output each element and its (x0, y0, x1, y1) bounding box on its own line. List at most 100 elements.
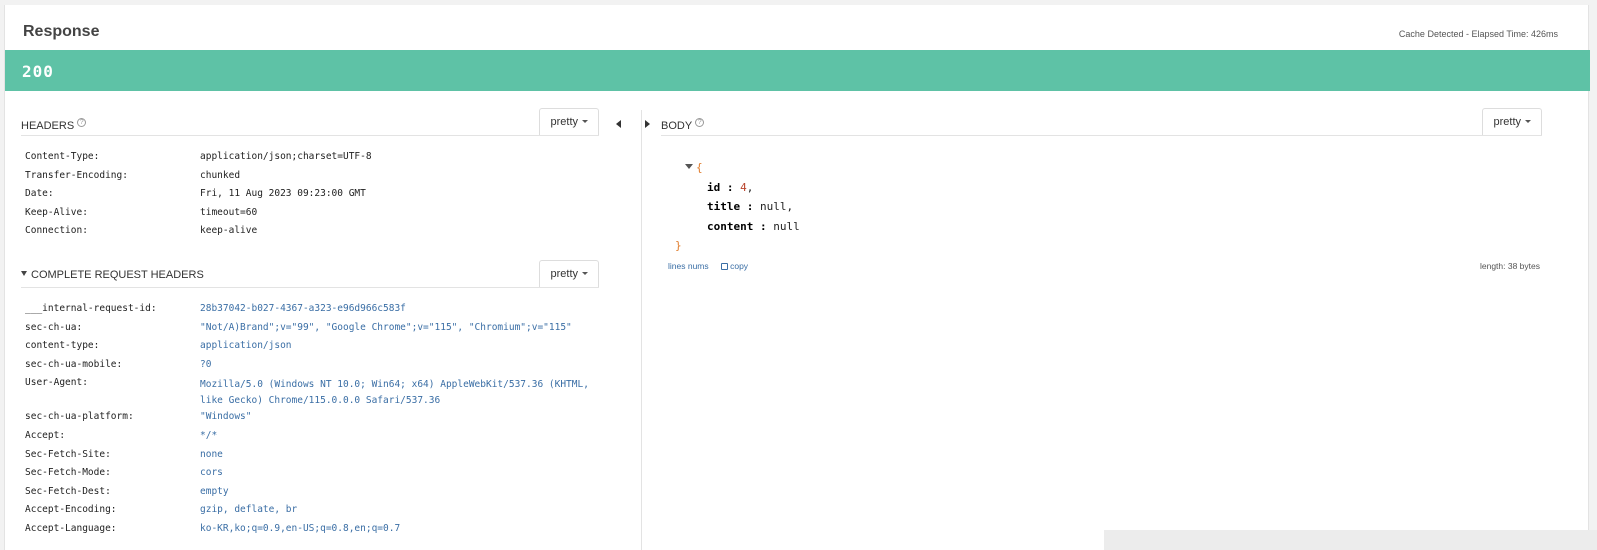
header-value: application/json (200, 340, 292, 352)
triangle-down-icon (21, 271, 27, 276)
header-row: ___internal-request-id: 28b37042-b027-436… (25, 303, 610, 322)
header-row: Sec-Fetch-Dest: empty (25, 486, 610, 505)
header-key: Accept-Encoding: (25, 504, 117, 516)
collapse-toggle-icon[interactable] (685, 164, 693, 169)
pane-divider[interactable] (641, 110, 642, 550)
expand-right-icon[interactable] (645, 120, 650, 128)
header-key: Content-Type: (25, 151, 100, 162)
header-row: content-type: application/json (25, 340, 610, 359)
headers-label: HEADERS? (21, 118, 87, 132)
header-value: empty (200, 485, 229, 497)
header-row: sec-ch-ua-platform: "Windows" (25, 411, 610, 430)
header-row: Accept-Encoding: gzip, deflate, br (25, 504, 610, 523)
header-key: content-type: (25, 340, 100, 352)
json-separator: : (753, 219, 774, 233)
headers-section-head: HEADERS? pretty (21, 108, 599, 136)
json-key: title (707, 200, 741, 213)
body-length: length: 38 bytes (1479, 261, 1540, 271)
header-value: chunked (200, 169, 241, 181)
json-field: id : 4, (685, 178, 800, 198)
json-separator: : (740, 200, 760, 213)
header-key: Accept-Language: (25, 522, 117, 534)
json-separator: : (720, 180, 741, 194)
header-row: sec-ch-ua: "Not/A)Brand";v="99", "Google … (25, 322, 610, 341)
caret-down-icon (1525, 120, 1531, 123)
json-value: null (760, 200, 787, 213)
json-comma: , (786, 200, 794, 213)
json-field: content : null (685, 217, 800, 237)
header-key: User-Agent: (25, 377, 88, 389)
header-value: none (200, 448, 223, 460)
collapse-left-icon[interactable] (616, 120, 621, 128)
json-value: null (773, 219, 800, 233)
lines-nums-link[interactable]: lines nums (668, 261, 709, 271)
body-label: BODY? (661, 118, 705, 132)
status-code: 200 (22, 62, 54, 81)
header-key: Keep-Alive: (25, 206, 88, 218)
json-field: title : null, (685, 197, 800, 217)
header-row: Accept-Language: ko-KR,ko;q=0.9,en-US;q=0… (25, 523, 610, 542)
request-headers-toggle[interactable]: COMPLETE REQUEST HEADERS (21, 269, 204, 281)
header-row: Transfer-Encoding: chunked (25, 170, 372, 189)
response-headers-list: Content-Type: application/json;charset=UT… (25, 151, 372, 244)
json-close-brace: } (675, 239, 682, 252)
header-row: User-Agent: Mozilla/5.0 (Windows NT 10.0;… (25, 377, 610, 411)
header-row: Content-Type: application/json;charset=UT… (25, 151, 372, 170)
header-key: Sec-Fetch-Mode: (25, 467, 111, 479)
header-value: "Windows" (200, 411, 252, 423)
header-key: Sec-Fetch-Site: (25, 448, 111, 460)
response-title: Response (23, 23, 100, 40)
help-icon[interactable]: ? (695, 118, 705, 127)
header-key: sec-ch-ua: (25, 321, 83, 333)
json-value: 4 (740, 180, 747, 194)
header-value: 28b37042-b027-4367-a323-e96d966c583f (200, 303, 406, 314)
body-tools: lines nums copy (668, 256, 748, 274)
header-row: Connection: keep-alive (25, 225, 372, 244)
headers-pretty-dropdown[interactable]: pretty (539, 108, 599, 135)
json-open-line: { (685, 158, 800, 178)
header-key: Connection: (25, 225, 88, 237)
header-key: Transfer-Encoding: (25, 169, 128, 181)
json-key: id (707, 180, 721, 194)
header-value: keep-alive (200, 225, 258, 237)
request-headers-section-head: COMPLETE REQUEST HEADERS pretty (21, 260, 599, 288)
header-key: sec-ch-ua-platform: (25, 411, 134, 423)
header-row: Sec-Fetch-Mode: cors (25, 467, 610, 486)
body-pretty-dropdown[interactable]: pretty (1482, 108, 1542, 135)
json-key: content (707, 219, 754, 233)
copy-icon (721, 263, 729, 270)
elapsed-time: Cache Detected - Elapsed Time: 426ms (1398, 29, 1558, 39)
header-value: ko-KR,ko;q=0.9,en-US;q=0.8,en;q=0.7 (200, 522, 401, 534)
header-value: gzip, deflate, br (200, 504, 298, 516)
header-row: Keep-Alive: timeout=60 (25, 207, 372, 226)
request-headers-list: ___internal-request-id: 28b37042-b027-436… (25, 303, 610, 542)
header-key: Date: (25, 188, 54, 200)
json-fields: id : 4, title : null, content : null (685, 178, 800, 237)
copy-link[interactable]: copy (721, 261, 748, 271)
header-key: Sec-Fetch-Dest: (25, 485, 111, 497)
header-key: ___internal-request-id: (25, 303, 157, 314)
header-key: sec-ch-ua-mobile: (25, 358, 123, 370)
header-row: Accept: */* (25, 430, 610, 449)
help-icon[interactable]: ? (77, 118, 87, 127)
header-value: "Not/A)Brand";v="99", "Google Chrome";v=… (200, 321, 572, 333)
header-row: Date: Fri, 11 Aug 2023 09:23:00 GMT (25, 188, 372, 207)
json-body: { id : 4, title : null, content : null } (675, 158, 800, 256)
header-value: */* (200, 429, 218, 441)
caret-down-icon (582, 120, 588, 123)
status-bar: 200 (5, 50, 1590, 91)
body-section-head: BODY? pretty (661, 108, 1542, 136)
header-value: ?0 (200, 358, 212, 370)
request-headers-pretty-dropdown[interactable]: pretty (539, 260, 599, 287)
header-value: application/json;charset=UTF-8 (200, 151, 372, 162)
json-open-brace: { (696, 161, 703, 174)
header-row: Sec-Fetch-Site: none (25, 449, 610, 468)
caret-down-icon (582, 272, 588, 275)
json-close-line: } (675, 236, 800, 256)
header-row: sec-ch-ua-mobile: ?0 (25, 359, 610, 378)
header-value: timeout=60 (200, 206, 258, 218)
response-panel: Response Cache Detected - Elapsed Time: … (4, 5, 1590, 550)
header-value: Fri, 11 Aug 2023 09:23:00 GMT (200, 188, 366, 200)
header-value: cors (200, 467, 223, 479)
footer-area (1104, 530, 1597, 550)
